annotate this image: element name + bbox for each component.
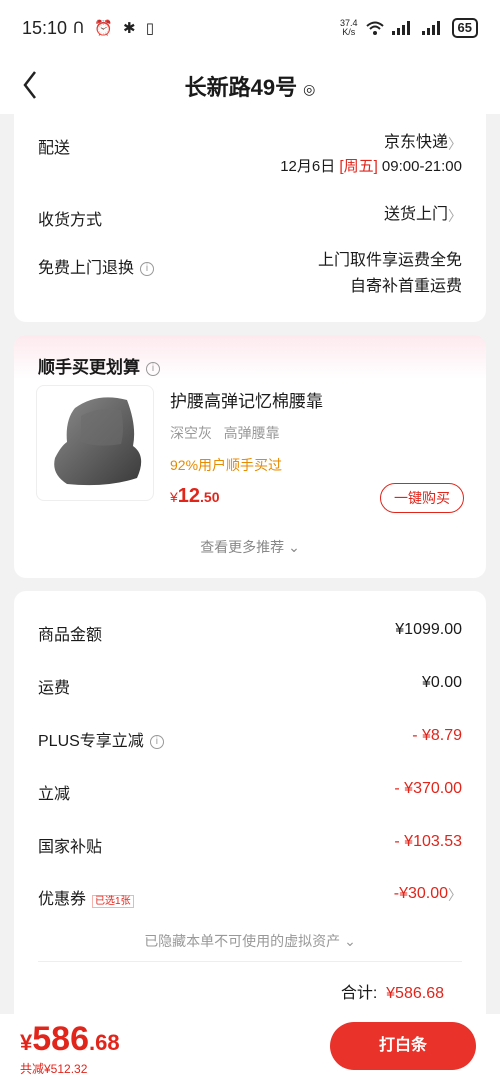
product-image[interactable] — [36, 385, 154, 501]
wifi-icon — [365, 21, 384, 35]
net-speed: 37.4 K/s — [340, 18, 358, 37]
delivery-date: 12月6日 — [280, 158, 336, 175]
receive-label: 收货方式 — [38, 212, 103, 229]
chevron-right-icon: 〉 — [448, 208, 462, 224]
signal-icon-2 — [421, 21, 440, 35]
one-click-buy-button[interactable]: 一键购买 — [380, 483, 464, 513]
return-line-1: 上门取件享运费全免 — [317, 252, 462, 269]
total-row: 合计: ¥586.68 — [340, 985, 444, 1002]
upsell-card: 顺手买更划算 i 护腰高弹记忆棉腰靠 深空灰 高弹腰靠 92%用户顺手买过 ¥12… — [14, 335, 486, 578]
chevron-right-icon: 〉 — [448, 887, 462, 903]
info-icon[interactable]: i — [146, 361, 160, 376]
nav-bar: 长新路49号 ◎ — [0, 56, 500, 114]
status-time: 15:10 — [22, 17, 68, 38]
address-title[interactable]: 长新路49号 ◎ — [0, 70, 500, 102]
bottom-price: ¥586.68 — [20, 1020, 120, 1058]
chevron-right-icon: 〉 — [448, 136, 462, 152]
product-spec: 深空灰 高弹腰靠 — [170, 425, 280, 441]
checkout-bar: ¥586.68 共减¥512.32 打白条 — [0, 1014, 500, 1079]
lumbar-pillow-image — [54, 397, 142, 486]
more-recommendations-link[interactable]: 查看更多推荐 ⌄ — [14, 537, 486, 557]
signal-icon — [391, 21, 410, 35]
status-bar: 15:10 ᑎ ⏰ ✱ ▯ 37.4 K/s 65 — [0, 0, 500, 56]
product-name[interactable]: 护腰高弹记忆棉腰靠 — [170, 387, 323, 412]
pay-baitiao-button[interactable]: 打白条 — [330, 1022, 476, 1070]
receive-value: 送货上门 — [383, 206, 448, 223]
product-price: ¥12.50 — [170, 485, 220, 507]
info-icon[interactable]: i — [140, 261, 155, 276]
return-line-2: 自寄补首重运费 — [349, 278, 462, 295]
upsell-title: 顺手买更划算 i — [38, 353, 160, 378]
total-value: ¥586.68 — [386, 985, 444, 1002]
order-summary-card: 商品金额 ¥1099.00 运费 ¥0.00 PLUS专享立减 i - ¥8.79… — [14, 591, 486, 1014]
info-icon[interactable]: i — [149, 734, 164, 749]
status-icons: ᑎ ⏰ ✱ ▯ — [73, 20, 158, 37]
delivery-card: 配送 京东快递 〉 12月6日 [周五] 09:00-21:00 收货方式 送货… — [14, 114, 486, 322]
coupon-badge: 已选1张 — [92, 895, 134, 909]
delivery-weekday: [周五] — [339, 158, 378, 175]
battery-indicator: 65 — [451, 18, 478, 38]
carrier-value: 京东快递 — [383, 134, 448, 151]
purchase-stat: 92%用户顺手买过 — [170, 457, 283, 473]
delivery-label: 配送 — [38, 140, 71, 157]
delivery-time: 09:00-21:00 — [381, 158, 462, 175]
status-right: 37.4 K/s 65 — [340, 18, 478, 38]
location-pin-icon: ◎ — [303, 80, 316, 97]
total-saved: 共减¥512.32 — [20, 1062, 88, 1076]
hidden-assets-note[interactable]: 已隐藏本单不可使用的虚拟资产 ⌄ — [14, 931, 486, 951]
free-return-label: 免费上门退换 — [38, 260, 135, 277]
divider — [38, 961, 462, 962]
